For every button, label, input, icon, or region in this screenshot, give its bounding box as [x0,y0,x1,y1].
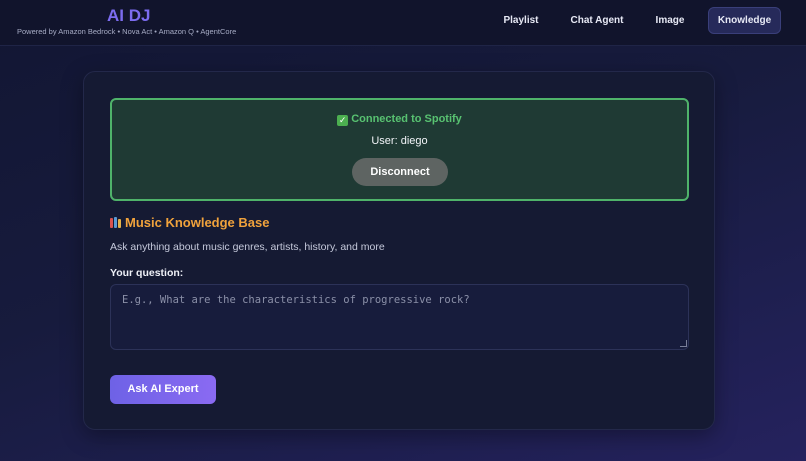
nav-tab-playlist[interactable]: Playlist [496,7,546,34]
app-title: AI DJ [107,6,151,25]
spotify-status-panel: ✓ Connected to Spotify User: diego Discon… [110,98,689,201]
app-subtitle: Powered by Amazon Bedrock • Nova Act • A… [17,27,237,36]
check-icon: ✓ [337,115,349,126]
spotify-user: User: diego [371,135,428,147]
section-title: Music Knowledge Base [110,215,269,230]
section-title-text: Music Knowledge Base [125,215,270,230]
connection-status-text: Connected to Spotify [351,113,462,125]
ask-ai-expert-button[interactable]: Ask AI Expert [110,375,216,404]
nav-tab-chat-agent[interactable]: Chat Agent [564,7,630,34]
knowledge-card: ✓ Connected to Spotify User: diego Discon… [83,71,715,430]
section-description: Ask anything about music genres, artists… [110,241,385,253]
spotify-connection-status: ✓ Connected to Spotify [112,113,687,126]
question-textarea[interactable] [110,284,689,350]
disconnect-button[interactable]: Disconnect [352,158,448,186]
nav-tab-image[interactable]: Image [648,7,692,34]
textarea-resize-handle[interactable] [680,340,687,347]
nav-tab-knowledge[interactable]: Knowledge [708,7,781,34]
question-label: Your question: [110,267,184,279]
top-navigation-bar: AI DJ Powered by Amazon Bedrock • Nova A… [0,0,806,46]
books-icon [110,217,121,228]
